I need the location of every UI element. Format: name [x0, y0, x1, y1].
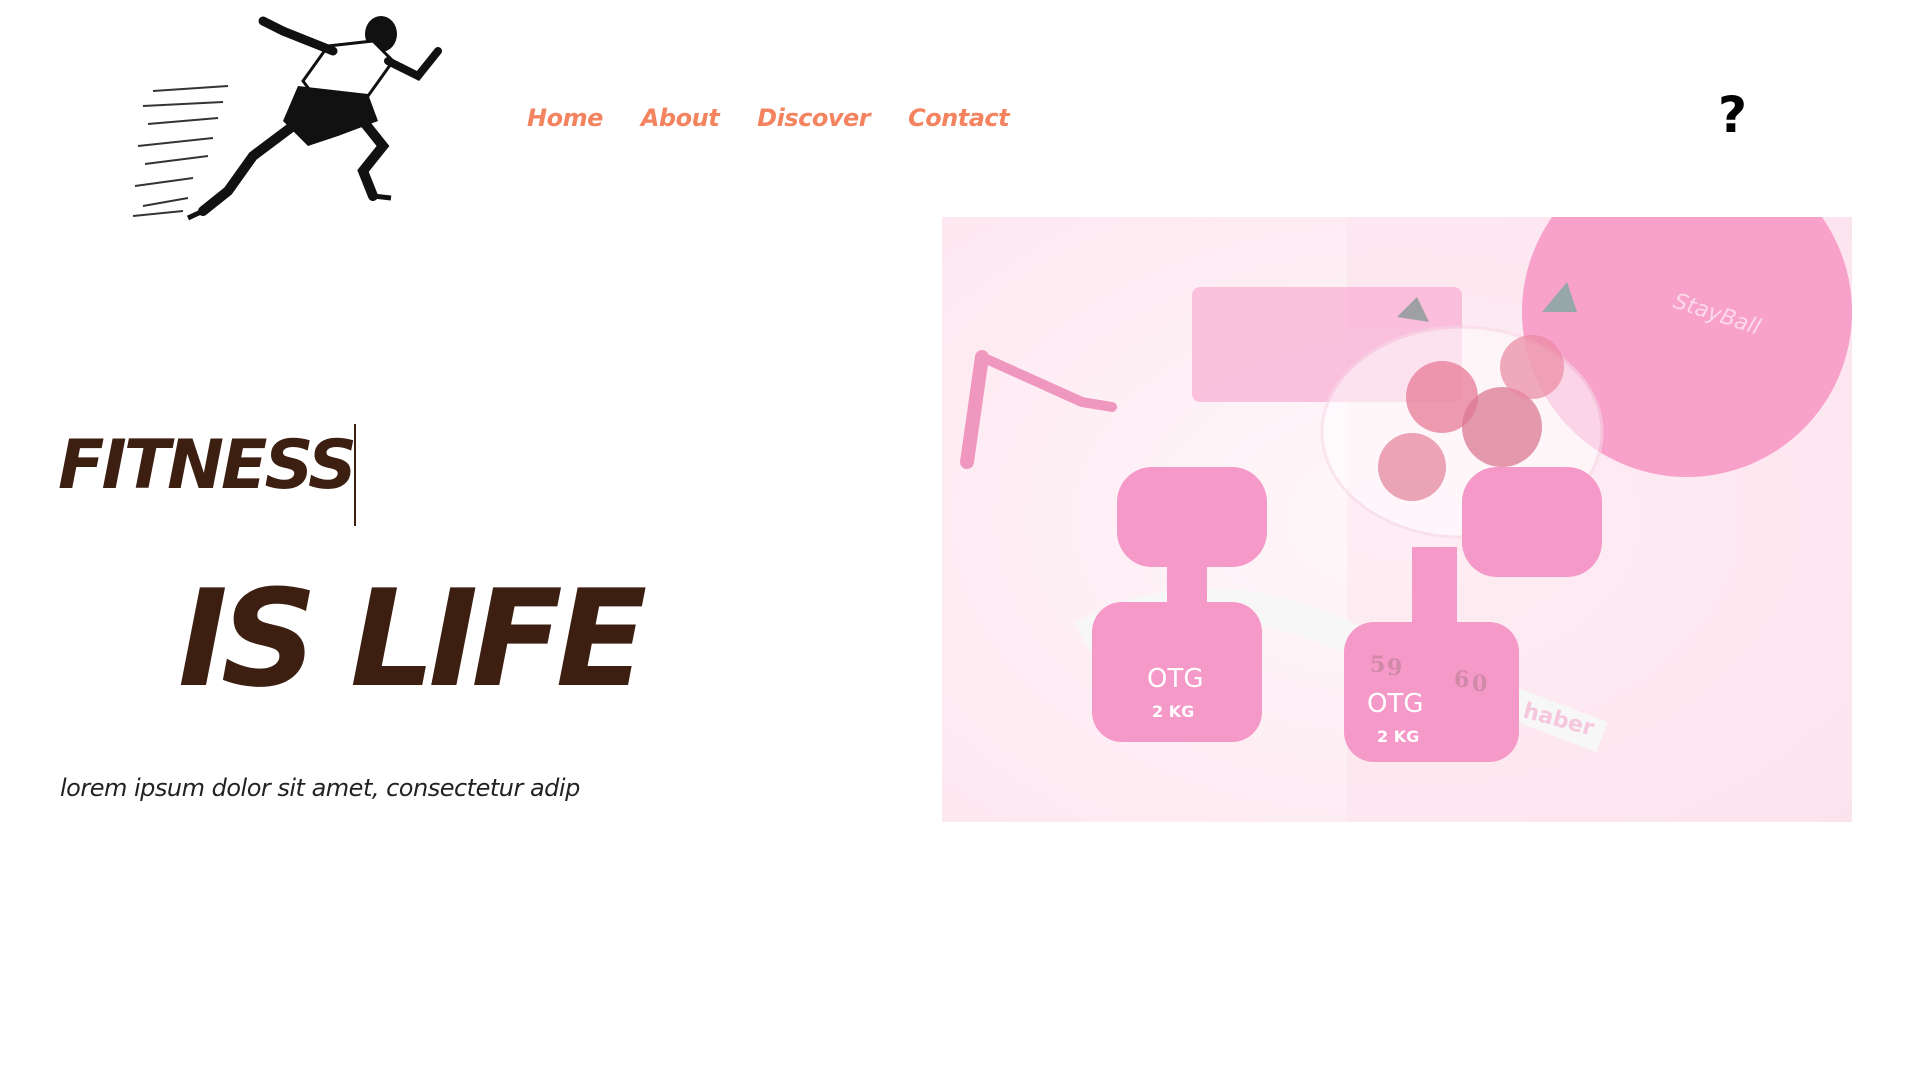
dumbbells-photo-icon: StayBall OTG 2 KG OTG 2 KG 5 9 6 0 haber — [942, 217, 1852, 822]
page: Home About Discover Contact ? FITNESS IS… — [0, 0, 1920, 1080]
nav-item-home[interactable]: Home — [527, 104, 603, 132]
nav-item-about[interactable]: About — [641, 104, 720, 132]
nav-item-discover[interactable]: Discover — [757, 104, 870, 132]
help-icon[interactable]: ? — [1718, 90, 1747, 140]
hero-title-line2: IS LIFE — [178, 561, 647, 717]
text-caret — [354, 424, 356, 526]
nav-item-contact[interactable]: Contact — [908, 104, 1010, 132]
hero-title-line1: FITNESS — [58, 426, 357, 505]
main-nav: Home About Discover Contact — [527, 104, 1010, 132]
sprinter-logo-icon[interactable] — [132, 6, 443, 236]
hero-subtitle: lorem ipsum dolor sit amet, consectetur … — [60, 774, 580, 802]
